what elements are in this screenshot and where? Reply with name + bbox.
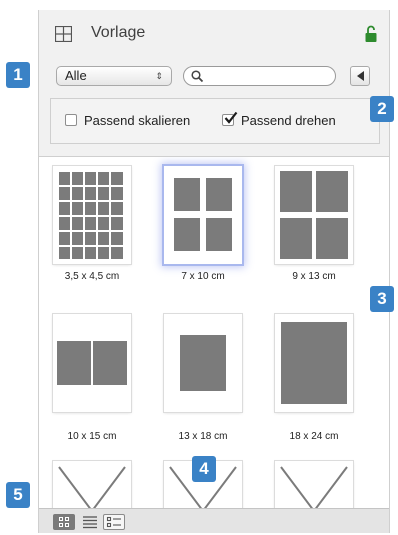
callout-badge-3: 3: [370, 286, 394, 312]
photo-grid-2x2-large-icon: [280, 171, 348, 259]
template-label-4: 10 x 15 cm: [67, 431, 117, 442]
fit-rotate-box[interactable]: [222, 111, 238, 126]
envelope-template-icon: [280, 466, 348, 509]
grid-view-button[interactable]: [53, 514, 75, 530]
panel-title: Vorlage: [91, 24, 146, 41]
filter-select-value: Alle: [65, 68, 87, 83]
fit-scale-label: Passend skalieren: [84, 113, 191, 128]
template-label-6: 18 x 24 cm: [289, 431, 339, 442]
template-label-1: 3,5 x 4,5 cm: [64, 271, 120, 282]
filter-select[interactable]: Alle ⇕: [56, 66, 172, 86]
template-label-2: 7 x 10 cm: [181, 271, 225, 282]
template-thumb-3[interactable]: [275, 166, 353, 264]
template-panel: Vorlage Alle ⇕ Passend skalieren Passend…: [38, 10, 390, 533]
template-thumb-2[interactable]: [164, 166, 242, 264]
callout-badge-4: 4: [192, 456, 216, 482]
template-thumb-7[interactable]: [53, 461, 131, 509]
grid-view-icon: [59, 517, 69, 527]
search-input[interactable]: [183, 66, 336, 86]
template-thumb-4[interactable]: [53, 314, 131, 412]
callout-badge-1: 1: [6, 62, 30, 88]
template-label-3: 9 x 13 cm: [292, 271, 336, 282]
fit-rotate-label: Passend drehen: [241, 113, 336, 128]
detail-view-icon: [106, 516, 121, 528]
triangle-left-icon: [357, 71, 364, 81]
select-arrows-icon: ⇕: [155, 71, 163, 81]
photo-single-large-icon: [281, 322, 347, 404]
envelope-template-icon: [58, 466, 126, 509]
callout-badge-5: 5: [6, 482, 30, 508]
template-thumb-6[interactable]: [275, 314, 353, 412]
photo-grid-2x2-icon: [174, 178, 232, 251]
template-label-5: 13 x 18 cm: [178, 431, 228, 442]
toolbar: Alle ⇕: [39, 64, 389, 92]
panel-header: Vorlage: [39, 10, 389, 60]
photo-grid-1x2-icon: [57, 341, 127, 385]
checkmark-icon: [224, 111, 238, 124]
template-thumb-5[interactable]: [164, 314, 242, 412]
callout-badge-2: 2: [370, 96, 394, 122]
lock-open-icon[interactable]: [365, 25, 377, 43]
photo-grid-4x6-icon: [59, 172, 123, 259]
fit-options: Passend skalieren Passend drehen: [50, 98, 380, 144]
grid-icon: [55, 26, 72, 42]
template-thumb-1[interactable]: [53, 166, 131, 264]
list-view-button[interactable]: [79, 514, 101, 530]
collapse-button[interactable]: [350, 66, 370, 86]
list-view-icon: [83, 516, 97, 529]
template-thumb-9[interactable]: [275, 461, 353, 509]
detail-view-button[interactable]: [103, 514, 125, 530]
photo-single-medium-icon: [180, 335, 226, 391]
fit-scale-box[interactable]: [65, 114, 77, 126]
view-mode-bar: [39, 508, 389, 533]
search-icon: [191, 70, 204, 83]
